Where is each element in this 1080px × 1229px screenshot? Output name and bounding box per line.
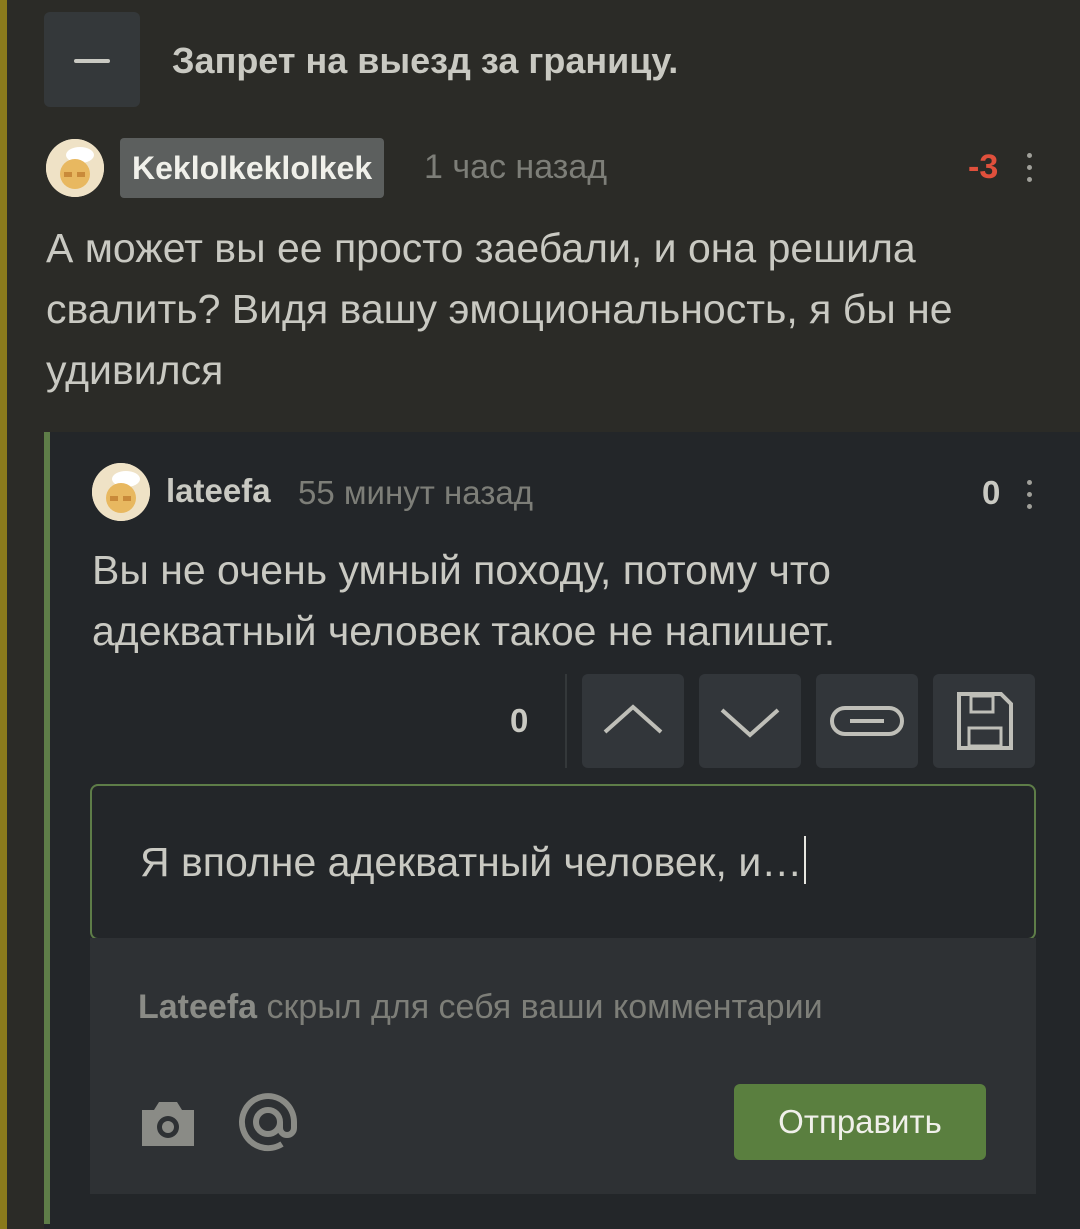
- collapse-button[interactable]: [44, 12, 140, 107]
- copy-link-button[interactable]: [816, 674, 918, 768]
- mention-icon[interactable]: [236, 1090, 300, 1154]
- reply-input-value: Я вполне адекватный человек, и…: [140, 836, 807, 886]
- save-button[interactable]: [933, 674, 1035, 768]
- save-icon: [957, 692, 1013, 750]
- comment-score: 0: [982, 474, 1001, 511]
- more-options-icon[interactable]: [1027, 480, 1032, 516]
- divider: [565, 674, 567, 768]
- avatar[interactable]: [46, 139, 104, 197]
- camera-icon[interactable]: [138, 1098, 198, 1150]
- minus-icon: [74, 59, 110, 63]
- comment-timestamp[interactable]: 1 час назад: [424, 148, 607, 187]
- link-icon: [830, 706, 904, 736]
- notice-text: скрыл для себя ваши комментарии: [266, 988, 823, 1026]
- comment-username[interactable]: Keklolkeklolkek: [120, 138, 385, 198]
- vote-count: 0: [510, 702, 529, 739]
- chevron-up-icon: [603, 704, 663, 734]
- reply-thread-line[interactable]: [44, 432, 50, 1224]
- thread-rail: [0, 0, 7, 1229]
- chevron-down-icon: [720, 708, 780, 738]
- thread-title: Запрет на выезд за границу.: [172, 40, 679, 81]
- hidden-comments-notice: Lateefa скрыл для себя ваши комментарии: [138, 988, 823, 1027]
- reply-input[interactable]: Я вполне адекватный человек, и…: [90, 784, 1036, 940]
- comment-timestamp[interactable]: 55 минут назад: [298, 474, 533, 512]
- more-options-icon[interactable]: [1027, 153, 1032, 189]
- send-button[interactable]: Отправить: [734, 1084, 986, 1160]
- comment-text: Вы не очень умный походу, потому что аде…: [92, 547, 836, 654]
- upvote-button[interactable]: [582, 674, 684, 768]
- comment-username[interactable]: lateefa: [166, 472, 271, 510]
- comment-score: -3: [968, 148, 999, 186]
- avatar[interactable]: [92, 463, 150, 521]
- notice-username[interactable]: Lateefa: [138, 988, 257, 1026]
- downvote-button[interactable]: [699, 674, 801, 768]
- reply-toolbar-area: Lateefa скрыл для себя ваши комментарии …: [90, 938, 1036, 1194]
- comment-text: А может вы ее просто заебали, и она реши…: [46, 225, 953, 393]
